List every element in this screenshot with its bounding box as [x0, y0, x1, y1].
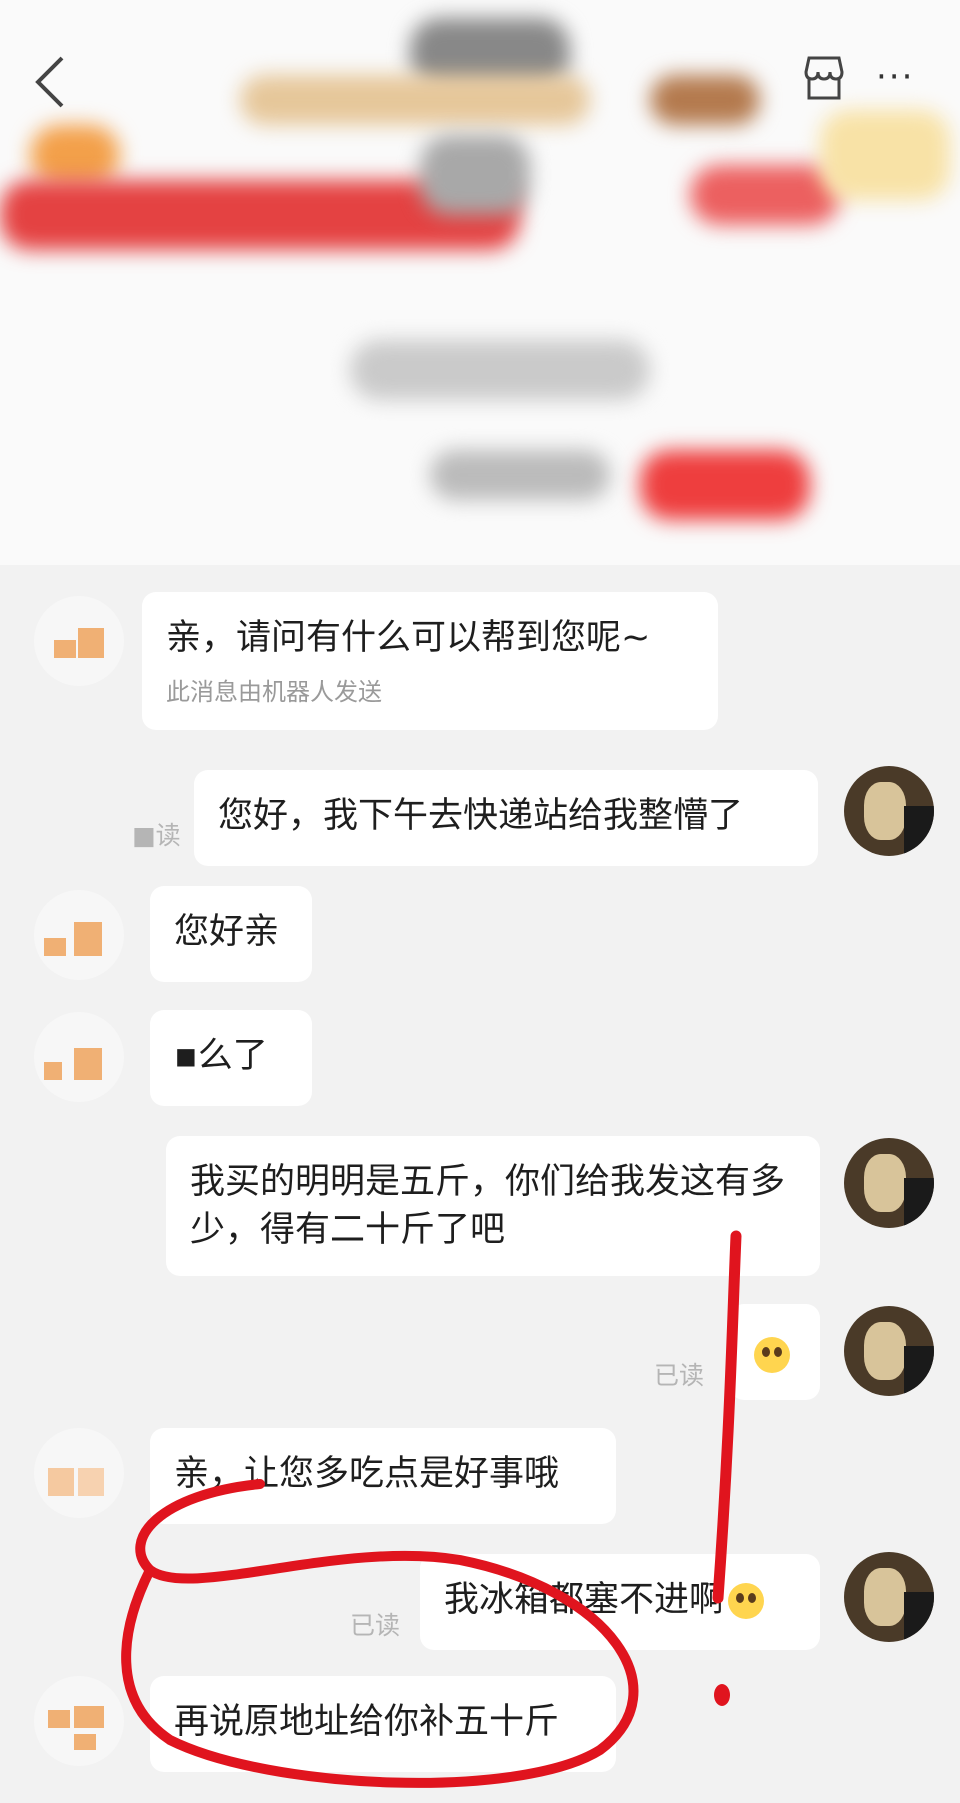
avatar-pixel [74, 1734, 96, 1750]
message-text: ▪么了 [174, 1036, 268, 1076]
blur-patch [690, 165, 840, 225]
blurred-product-area: ··· [0, 0, 960, 565]
message-text: 再说原地址给你补五十斤 [174, 1702, 560, 1742]
avatar-user[interactable] [844, 1552, 934, 1642]
avatar-merchant[interactable] [34, 1676, 124, 1766]
avatar-merchant[interactable] [34, 596, 124, 686]
avatar-pixel [74, 1048, 102, 1080]
avatar-pixel [904, 1592, 934, 1642]
avatar-pixel [74, 1706, 104, 1728]
avatar-pixel [74, 922, 102, 956]
avatar-pixel [48, 1468, 74, 1496]
avatar-pixel [864, 782, 906, 840]
avatar-merchant[interactable] [34, 1428, 124, 1518]
message-bubble: 亲，请问有什么可以帮到您呢~ 此消息由机器人发送 [142, 592, 718, 730]
avatar-pixel [904, 1346, 934, 1396]
read-status: 已读 [350, 1611, 401, 1640]
avatar-user[interactable] [844, 1138, 934, 1228]
avatar-pixel [904, 1178, 934, 1228]
message-bubble: 您好亲 [150, 886, 312, 982]
avatar-merchant[interactable] [34, 890, 124, 980]
message-text: 您好，我下午去快递站给我整懵了 [218, 796, 744, 836]
avatar-pixel [864, 1154, 906, 1212]
avatar-pixel [44, 1062, 62, 1080]
message-bubble: ▪么了 [150, 1010, 312, 1106]
back-button[interactable] [30, 52, 70, 112]
avatar-pixel [44, 938, 66, 956]
exclamation-stroke [712, 1230, 742, 1604]
message-bubble: 我买的明明是五斤，你们给我发这有多少，得有二十斤了吧 [166, 1136, 820, 1276]
read-status: 已读 [654, 1361, 705, 1390]
face-with-rolling-eyes-icon [754, 1337, 790, 1373]
avatar-pixel [864, 1322, 906, 1380]
flushed-face-icon [728, 1583, 765, 1619]
blur-patch [640, 450, 810, 520]
store-button[interactable] [798, 52, 850, 104]
message-text: 亲，让您多吃点是好事哦 [174, 1454, 560, 1494]
avatar-pixel [48, 1710, 70, 1728]
avatar-pixel [864, 1568, 906, 1626]
avatar-user[interactable] [844, 1306, 934, 1396]
message-text: 我买的明明是五斤，你们给我发这有多少，得有二十斤了吧 [190, 1162, 786, 1250]
message-bubble: 亲，让您多吃点是好事哦 [150, 1428, 616, 1524]
more-button[interactable]: ··· [876, 60, 932, 94]
avatar-user[interactable] [844, 766, 934, 856]
exclamation-dot [714, 1684, 730, 1706]
avatar-pixel [904, 806, 934, 856]
avatar-pixel [54, 640, 76, 658]
blur-patch [30, 125, 120, 185]
message-text: 您好亲 [174, 912, 280, 952]
avatar-pixel [78, 1468, 104, 1496]
blur-patch [430, 450, 610, 500]
message-text: 我冰箱都塞不进啊 [444, 1580, 725, 1620]
blur-patch [820, 110, 950, 200]
message-bubble: 我冰箱都塞不进啊 [420, 1554, 820, 1650]
avatar-merchant[interactable] [34, 1012, 124, 1102]
message-bubble: 您好，我下午去快递站给我整懵了 [194, 770, 818, 866]
blur-patch [350, 340, 650, 400]
avatar-pixel [78, 628, 104, 658]
message-bubble [730, 1304, 820, 1400]
chevron-left-icon [35, 56, 64, 108]
bot-message-note: 此消息由机器人发送 [166, 678, 382, 706]
message-text: 亲，请问有什么可以帮到您呢~ [166, 618, 651, 658]
blur-patch [240, 75, 590, 125]
blur-patch [420, 135, 530, 215]
message-bubble: 再说原地址给你补五十斤 [150, 1676, 616, 1772]
store-icon [804, 56, 844, 100]
blur-patch [650, 75, 760, 125]
read-status: ■读 [132, 821, 181, 850]
